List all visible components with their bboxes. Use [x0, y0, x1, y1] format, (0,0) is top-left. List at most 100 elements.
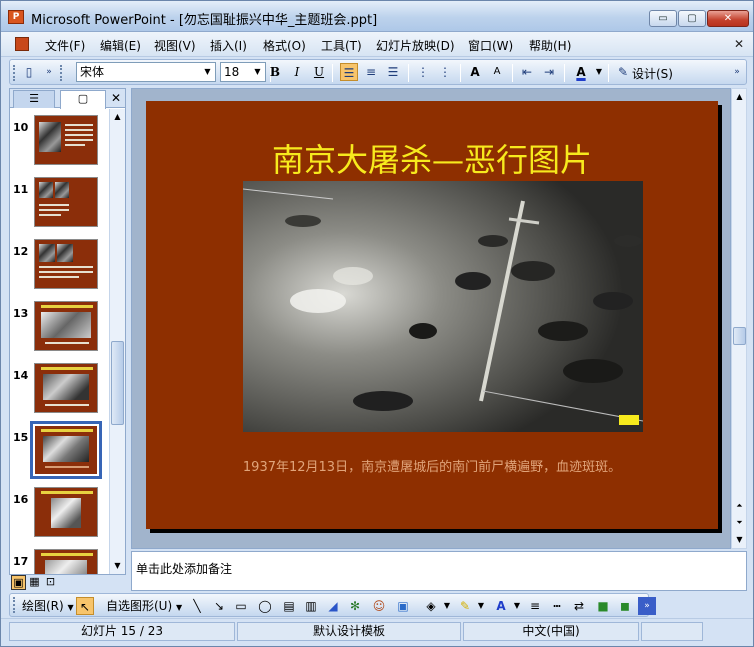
menu-tools[interactable]: 工具(T) [321, 37, 362, 54]
menu-slideshow[interactable]: 幻灯片放映(D) [376, 37, 455, 54]
slide-thumbnail[interactable] [34, 301, 98, 351]
notes-placeholder[interactable]: 单击此处添加备注 [136, 560, 232, 577]
previous-slide-icon[interactable]: ⏶ [732, 498, 747, 514]
slide-thumbnail-row[interactable]: 17 [10, 547, 108, 574]
slide-thumbnail[interactable] [34, 487, 98, 537]
decrease-indent-icon[interactable]: ⇤ [518, 63, 536, 81]
slide-caption[interactable]: 1937年12月13日，南京遭屠城后的南门前尸横遍野，血迹斑斑。 [146, 456, 718, 475]
chevron-down-icon[interactable]: ▼ [590, 63, 608, 81]
line-icon[interactable]: ╲ [188, 597, 206, 615]
slide-thumbnail[interactable] [34, 363, 98, 413]
line-style-icon[interactable]: ≡ [526, 597, 544, 615]
font-name-select[interactable]: 宋体 ▼ [76, 62, 216, 82]
toolbar-overflow-icon[interactable]: » [728, 63, 746, 81]
maximize-button[interactable]: ▢ [678, 10, 706, 27]
autoshapes-button[interactable]: 自选图形(U) ▼ [106, 597, 182, 615]
diagram-icon[interactable]: ✻ [346, 597, 364, 615]
align-center-icon[interactable]: ≡ [362, 63, 380, 81]
toolbar-overflow-icon[interactable]: » [638, 597, 656, 615]
bold-button[interactable]: B [266, 63, 284, 81]
design-template-status[interactable]: 默认设计模板 [237, 622, 461, 641]
insert-picture-icon[interactable]: ▣ [394, 597, 412, 615]
scroll-down-icon[interactable]: ▼ [110, 558, 125, 574]
design-icon[interactable]: ✎ [614, 63, 632, 81]
arrow-icon[interactable]: ↘ [210, 597, 228, 615]
toolbar-options-icon[interactable]: » [40, 63, 58, 81]
slide-thumbnail[interactable] [34, 239, 98, 289]
slide-title[interactable]: 南京大屠杀—恶行图片 [146, 135, 718, 181]
slide-thumbnail-row[interactable]: 10 [10, 113, 108, 169]
menu-edit[interactable]: 编辑(E) [100, 37, 141, 54]
text-box-icon[interactable]: ▤ [280, 597, 298, 615]
arrow-style-icon[interactable]: ⇄ [570, 597, 588, 615]
menu-insert[interactable]: 插入(I) [210, 37, 247, 54]
minimize-button[interactable]: ▭ [649, 10, 677, 27]
slide-thumbnail-row[interactable]: 14 [10, 361, 108, 417]
menu-view[interactable]: 视图(V) [154, 37, 196, 54]
slide-sorter-view-icon[interactable]: ▦ [27, 575, 42, 590]
document-close-icon[interactable]: ✕ [731, 36, 747, 52]
chevron-down-icon[interactable]: ▼ [201, 64, 214, 80]
scroll-down-icon[interactable]: ▼ [732, 532, 747, 548]
slide-scrollbar[interactable]: ▲ ⏶ ⏷ ▼ [731, 88, 747, 549]
slide-thumbnail[interactable] [34, 177, 98, 227]
dash-style-icon[interactable]: ┅ [548, 597, 566, 615]
increase-indent-icon[interactable]: ⇥ [540, 63, 558, 81]
menu-help[interactable]: 帮助(H) [529, 37, 571, 54]
next-slide-icon[interactable]: ⏷ [732, 515, 747, 531]
chevron-down-icon[interactable]: ▼ [508, 597, 526, 615]
tab-outline[interactable]: ☰ [13, 90, 55, 108]
decrease-font-size-icon[interactable]: A [488, 63, 506, 81]
toolbar-grip[interactable] [13, 597, 16, 613]
rectangle-icon[interactable]: ▭ [232, 597, 250, 615]
slides-pane-scrollbar[interactable]: ▲ ▼ [109, 109, 125, 574]
scrollbar-thumb[interactable] [733, 327, 746, 345]
slide-photo[interactable] [243, 181, 643, 432]
increase-font-size-icon[interactable]: A [466, 63, 484, 81]
slide-thumbnail-row-selected[interactable]: 15 [10, 421, 108, 479]
slide-thumbnail-row[interactable]: 13 [10, 299, 108, 355]
slide-thumbnail-row[interactable]: 12 [10, 237, 108, 293]
scrollbar-thumb[interactable] [111, 341, 124, 425]
vertical-text-box-icon[interactable]: ▥ [302, 597, 320, 615]
3d-style-icon[interactable]: ◼ [616, 597, 634, 615]
select-objects-icon[interactable]: ↖ [76, 597, 94, 615]
menu-window[interactable]: 窗口(W) [468, 37, 513, 54]
underline-button[interactable]: U [310, 63, 328, 81]
chevron-down-icon[interactable]: ▼ [472, 597, 490, 615]
align-right-icon[interactable]: ☰ [384, 63, 402, 81]
italic-button[interactable]: I [288, 63, 306, 81]
bulleted-list-icon[interactable]: ⋮ [436, 63, 454, 81]
design-button[interactable]: 设计(S) [632, 65, 673, 82]
oval-icon[interactable]: ◯ [256, 597, 274, 615]
menu-file[interactable]: 文件(F) [45, 37, 85, 54]
chevron-down-icon[interactable]: ▼ [438, 597, 456, 615]
slide-thumbnail[interactable] [34, 115, 98, 165]
font-color-button[interactable]: A [572, 63, 590, 81]
chevron-down-icon[interactable]: ▼ [251, 64, 264, 80]
current-slide[interactable]: 南京大屠杀—恶行图片 1937年12月13日，南京遭屠城后的南门前尸横遍野，血迹… [146, 101, 718, 529]
scroll-up-icon[interactable]: ▲ [732, 89, 747, 105]
menu-format[interactable]: 格式(O) [263, 37, 306, 54]
tab-slides[interactable]: ▢ [60, 90, 106, 109]
font-size-select[interactable]: 18 ▼ [220, 62, 266, 82]
shadow-style-icon[interactable]: ■ [594, 597, 612, 615]
normal-view-icon[interactable]: ▣ [11, 575, 26, 590]
toolbar-grip-2[interactable] [60, 65, 63, 81]
pane-close-icon[interactable]: ✕ [109, 90, 123, 106]
slide-thumbnail-row[interactable]: 11 [10, 175, 108, 231]
clip-art-icon[interactable]: ☺ [370, 597, 388, 615]
slide-thumbnail-selected[interactable] [30, 421, 102, 479]
toolbar-grip[interactable] [13, 65, 16, 81]
align-left-icon[interactable]: ☰ [340, 63, 358, 81]
scroll-up-icon[interactable]: ▲ [110, 109, 125, 125]
document-icon[interactable] [15, 37, 29, 51]
slide-thumbnail[interactable] [34, 549, 98, 574]
slide-thumbnail-row[interactable]: 16 [10, 485, 108, 541]
wordart-icon[interactable]: ◢ [324, 597, 342, 615]
close-button[interactable]: ✕ [707, 10, 749, 27]
slideshow-view-icon[interactable]: ⊡ [43, 575, 58, 590]
notes-pane[interactable]: 单击此处添加备注 [131, 551, 747, 591]
draw-menu-button[interactable]: 绘图(R) ▼ [22, 597, 74, 615]
new-document-icon[interactable]: ▯ [20, 63, 38, 81]
